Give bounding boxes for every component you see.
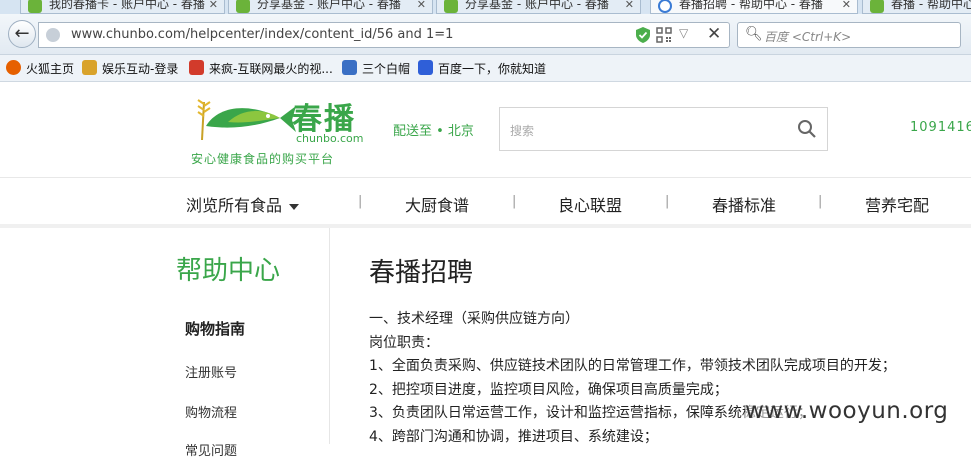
sidebar-link-shopping-process[interactable]: 购物流程 [185, 402, 237, 421]
firefox-icon [6, 60, 21, 75]
chunbo-favicon-icon [444, 0, 458, 13]
nav-browse-all-food[interactable]: 浏览所有食品 [186, 192, 300, 216]
browser-tab-label: 分享基金 - 账户中心 - 春播 [257, 0, 401, 11]
dropdown-triangle-icon[interactable]: ▽ [679, 26, 688, 40]
bookmark-item[interactable]: 百度一下，你就知道 [418, 60, 546, 78]
chunbo-favicon-icon [236, 0, 250, 13]
job-description: 一、技术经理（采购供应链方向） 岗位职责： 1、全面负责采购、供应链技术团队的日… [369, 308, 896, 449]
logo-english: chunbo.com [296, 132, 364, 145]
site-slogan: 安心健康食品的购买平台 [191, 152, 335, 166]
fish-logo-icon[interactable] [188, 96, 298, 142]
bookmark-item[interactable]: 三个白帽 [342, 60, 410, 78]
search-icon: 🔍︎ [745, 26, 763, 42]
bookmark-label: 百度一下，你就知道 [438, 62, 547, 76]
back-button[interactable]: ← [8, 20, 36, 48]
back-arrow-icon: ← [14, 23, 30, 44]
stop-icon[interactable]: ✕ [707, 24, 721, 44]
sidebar-link-register[interactable]: 注册账号 [185, 362, 237, 381]
browser-tab-label: 我的春播卡 - 账户中心 - 春播 [49, 0, 205, 11]
site-search-input[interactable]: 搜索 [499, 107, 828, 151]
sidebar-link-faq[interactable]: 常见问题 [185, 440, 237, 459]
nav-separator: | [358, 194, 363, 209]
nav-conscience-alliance[interactable]: 良心联盟 [558, 192, 622, 216]
content-line: 一、技术经理（采购供应链方向） [369, 311, 579, 327]
bookmark-item[interactable]: 来疯-互联网最火的视... [189, 60, 333, 78]
bookmark-label: 来疯-互联网最火的视... [209, 62, 333, 76]
close-tab-icon[interactable]: ✕ [625, 0, 634, 11]
bookmark-label: 火狐主页 [26, 62, 75, 76]
bookmark-label: 娱乐互动-登录 [102, 62, 179, 76]
chunbo-favicon-icon [870, 0, 884, 13]
main-navigation: 浏览所有食品 | 大厨食谱 | 良心联盟 | 春播标准 | 营养宅配 [0, 178, 971, 224]
bookmark-label: 三个白帽 [362, 62, 411, 76]
loading-favicon-icon [658, 0, 672, 13]
bookmark-item[interactable]: 娱乐互动-登录 [82, 60, 178, 78]
nav-chunbo-standard[interactable]: 春播标准 [712, 192, 776, 216]
bookmark-favicon-icon [82, 60, 97, 75]
help-center-title: 帮助中心 [176, 256, 281, 286]
browser-search-box[interactable]: 🔍︎ 百度 <Ctrl+K> [737, 22, 961, 48]
bookmark-item[interactable]: 火狐主页 [6, 60, 74, 78]
globe-icon [46, 28, 60, 42]
browser-tab-label: 春播 - 帮助中心 - 春播 [891, 0, 971, 11]
content-line: 1、全面负责采购、供应链技术团队的日常管理工作，带领技术团队完成项目的开发； [369, 358, 896, 374]
address-bar[interactable]: www.chunbo.com/helpcenter/index/content_… [38, 22, 730, 48]
browser-tab[interactable]: 我的春播卡 - 账户中心 - 春播 ✕ [20, 0, 225, 14]
delivery-location[interactable]: 配送至 • 北京 [393, 120, 474, 139]
browser-tab[interactable]: 分享基金 - 账户中心 - 春播 ✕ [228, 0, 433, 14]
nav-label: 浏览所有食品 [186, 196, 283, 215]
nav-nutrition-delivery[interactable]: 营养宅配 [865, 192, 929, 216]
site-search-placeholder: 搜索 [510, 124, 535, 138]
nav-separator: | [818, 194, 823, 209]
caret-down-icon [289, 203, 300, 210]
bookmark-favicon-icon [189, 60, 204, 75]
browser-search-placeholder: 百度 <Ctrl+K> [764, 30, 852, 44]
watermark-text: www.wooyun.org [745, 398, 949, 424]
web-page: 春播 chunbo.com 安心健康食品的购买平台 配送至 • 北京 搜索 10… [0, 82, 971, 459]
nav-separator: | [512, 194, 517, 209]
search-icon[interactable] [797, 119, 817, 139]
nav-separator: | [665, 194, 670, 209]
content-line: 岗位职责： [369, 334, 439, 351]
browser-tab-strip: 我的春播卡 - 账户中心 - 春播 ✕ 分享基金 - 账户中心 - 春播 ✕ 分… [0, 0, 971, 14]
address-url[interactable]: www.chunbo.com/helpcenter/index/content_… [71, 27, 453, 42]
browser-tab[interactable]: 分享基金 - 账户中心 - 春播 ✕ [436, 0, 641, 14]
browser-tab-label: 分享基金 - 账户中心 - 春播 [465, 0, 609, 11]
content-line: 4、跨部门沟通和协调，推进项目、系统建设； [369, 428, 658, 445]
close-tab-icon[interactable]: ✕ [842, 0, 851, 11]
bookmarks-bar: 火狐主页 娱乐互动-登录 来疯-互联网最火的视... 三个白帽 百度一下，你就知… [0, 55, 971, 82]
close-tab-icon[interactable]: ✕ [417, 0, 426, 11]
browser-tab-active[interactable]: 春播招聘 - 帮助中心 - 春播 ✕ [650, 0, 858, 14]
page-title: 春播招聘 [369, 258, 474, 288]
shield-check-icon[interactable] [636, 27, 650, 43]
browser-tab-label: 春播招聘 - 帮助中心 - 春播 [679, 0, 823, 11]
qr-code-icon[interactable] [656, 27, 672, 43]
browser-tab[interactable]: 春播 - 帮助中心 - 春播 [862, 0, 971, 14]
browser-navigation-bar: ← www.chunbo.com/helpcenter/index/conten… [0, 14, 971, 55]
sidebar-section-shopping-guide: 购物指南 [185, 320, 246, 338]
baidu-paw-icon [418, 60, 433, 75]
nav-chef-recipes[interactable]: 大厨食谱 [405, 192, 469, 216]
chunbo-favicon-icon [28, 0, 42, 13]
help-sidebar: 帮助中心 购物指南 注册账号 购物流程 常见问题 [4, 228, 330, 459]
hotline-number: 1091416 [910, 120, 971, 135]
calendar-icon [342, 60, 357, 75]
close-tab-icon[interactable]: ✕ [209, 0, 218, 11]
